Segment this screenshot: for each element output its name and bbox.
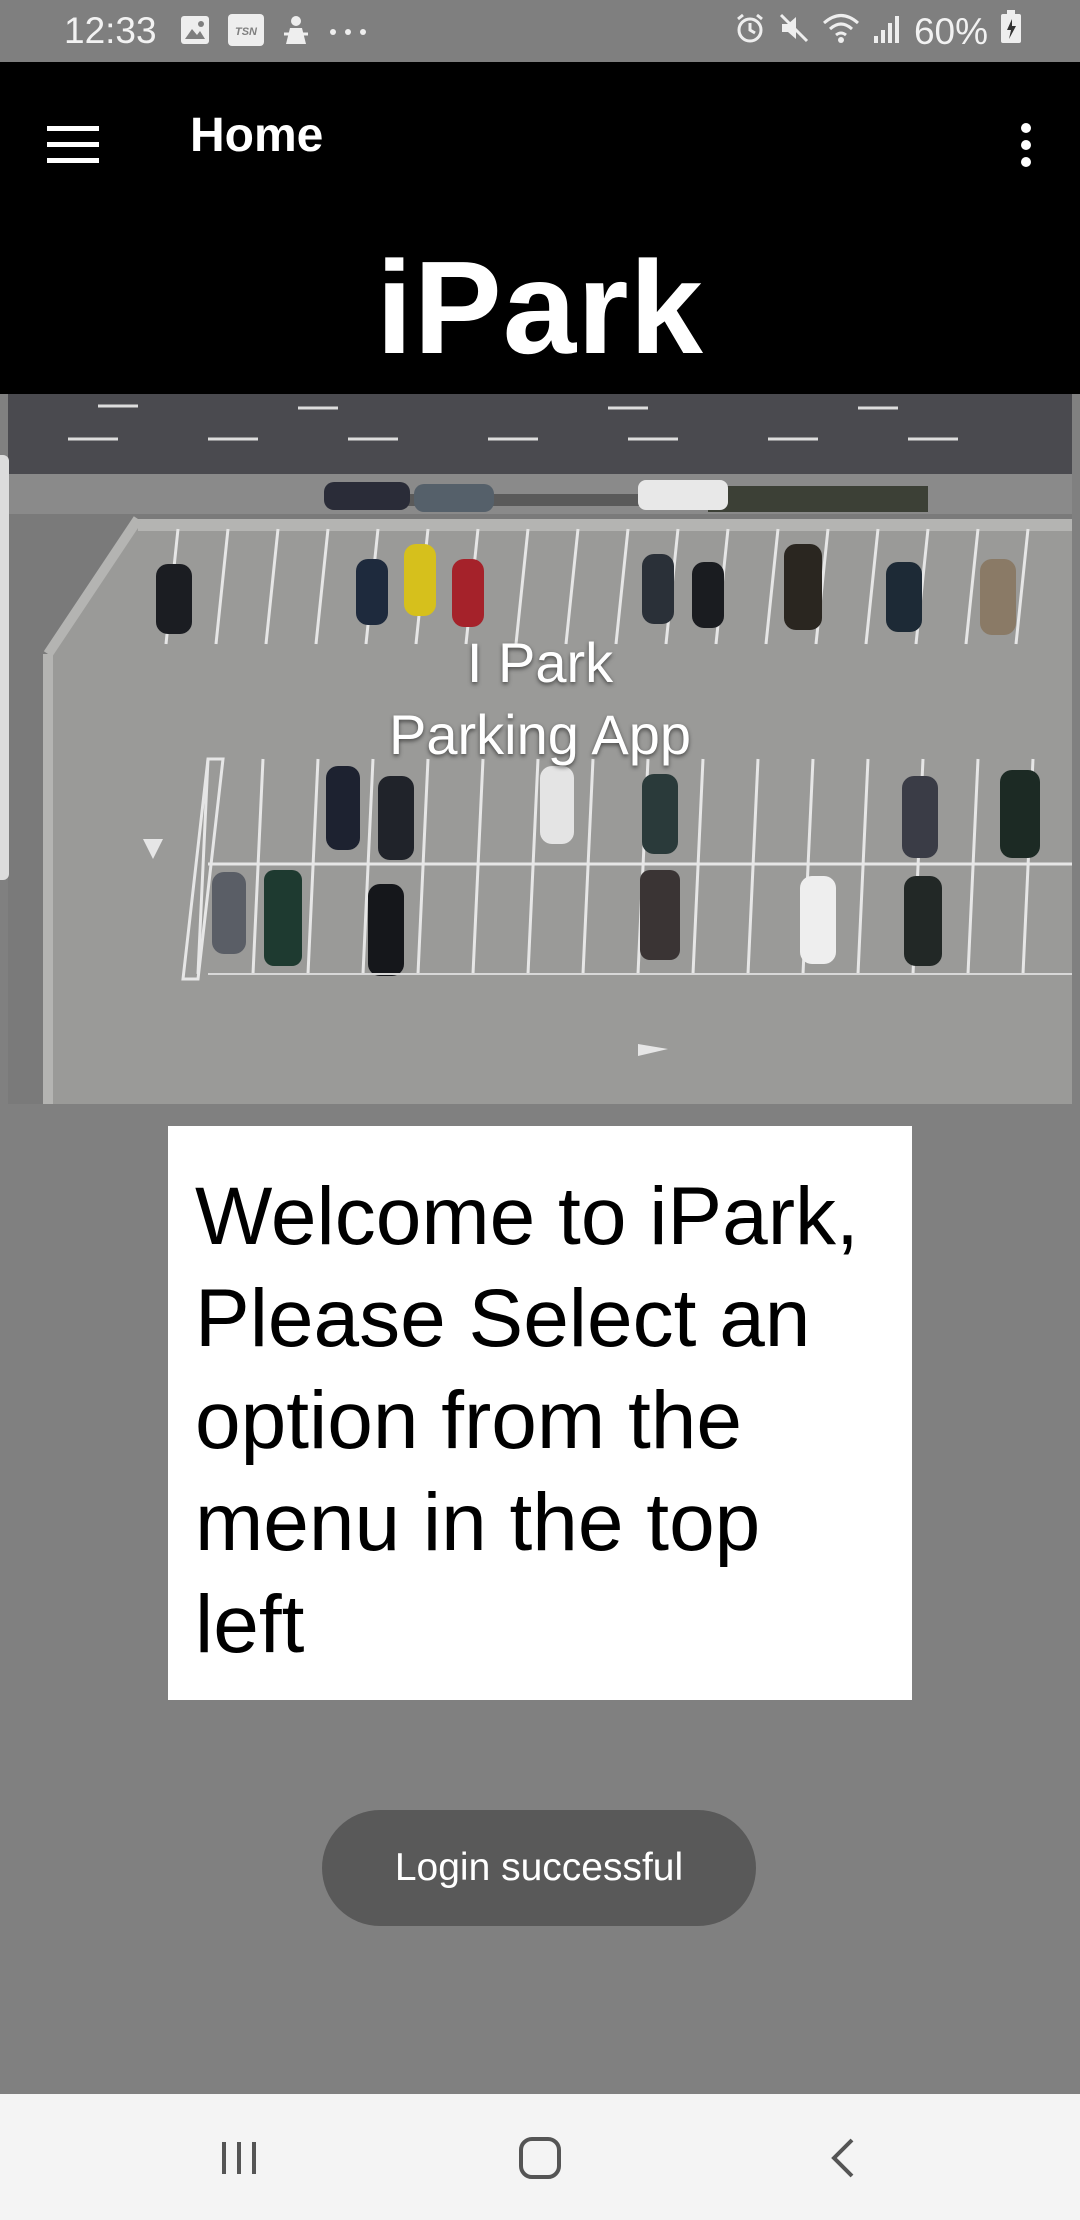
hero-image: I Park Parking App — [8, 394, 1072, 1104]
image-icon — [180, 15, 210, 50]
svg-text:TSN: TSN — [235, 26, 258, 38]
welcome-card: Welcome to iPark, Please Select an optio… — [168, 1126, 912, 1700]
battery-icon — [1000, 10, 1022, 53]
wifi-icon — [822, 11, 860, 53]
system-nav-bar — [0, 2094, 1080, 2220]
status-time: 12:33 — [64, 10, 157, 51]
more-vert-icon[interactable] — [996, 112, 1056, 178]
welcome-message: Welcome to iPark, Please Select an optio… — [195, 1171, 859, 1670]
alarm-icon — [734, 11, 766, 53]
page-title: Home — [190, 109, 324, 162]
tsn-icon: TSN — [228, 14, 264, 51]
signal-icon — [872, 11, 902, 53]
brand-title: iPark — [376, 234, 704, 381]
edge-panel-handle[interactable] — [0, 455, 9, 880]
hero-title: I Park — [466, 631, 614, 694]
toast-message: Login successful — [322, 1810, 756, 1926]
status-bar: 12:33 TSN 60% — [0, 0, 1080, 62]
app-bar: Home iPark — [0, 62, 1080, 394]
battery-text: 60% — [913, 10, 988, 52]
back-icon[interactable] — [798, 2118, 888, 2198]
person-icon — [282, 14, 310, 51]
recents-icon[interactable] — [194, 2118, 284, 2198]
hero-subtitle: Parking App — [389, 703, 691, 766]
mute-icon — [778, 11, 810, 53]
status-left-icons: TSN — [180, 14, 368, 51]
home-icon[interactable] — [495, 2118, 585, 2198]
status-right-icons: 60% — [734, 10, 1022, 53]
more-dots-icon — [328, 24, 368, 42]
hamburger-menu-icon[interactable] — [40, 112, 106, 178]
